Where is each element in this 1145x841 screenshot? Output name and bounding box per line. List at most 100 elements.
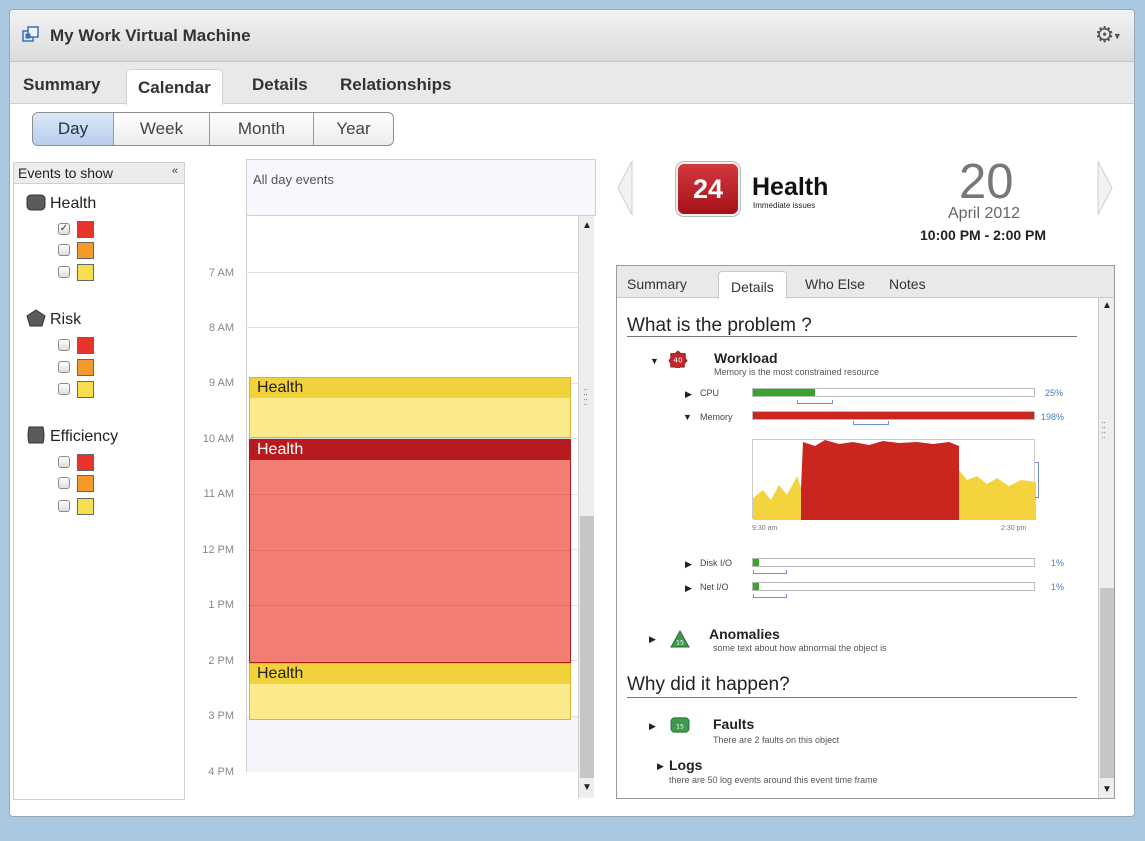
expand-right-icon[interactable]: ▶ (657, 761, 664, 772)
resize-grip-icon[interactable]: :::::: (1101, 420, 1106, 441)
checkbox[interactable] (58, 500, 70, 512)
events-filter-panel: Events to show « Health ✓ Risk Efficienc… (13, 162, 185, 800)
filter-row (58, 358, 94, 376)
settings-menu-button[interactable]: ⚙▾ (1095, 22, 1120, 48)
hour-line (246, 272, 579, 273)
next-arrow-icon[interactable] (1096, 160, 1114, 216)
time-range: 10:00 PM - 2:00 PM (920, 227, 1047, 243)
event-title: Health (250, 440, 570, 460)
faults-badge-value: 15 (676, 724, 684, 731)
calendar-scrollbar[interactable]: ▲ ▼ (578, 216, 594, 798)
tab-calendar[interactable]: Calendar (126, 69, 223, 105)
scroll-thumb[interactable] (1100, 588, 1114, 778)
net-io-bar-fill (753, 583, 759, 590)
anomalies-badge-value: 15 (676, 639, 684, 646)
scroll-up-icon[interactable]: ▲ (1102, 300, 1112, 311)
checkbox[interactable] (58, 339, 70, 351)
logs-title: Logs (669, 757, 703, 773)
view-week-button[interactable]: Week (114, 113, 210, 145)
hour-label: 7 AM (208, 267, 234, 279)
workload-badge-icon: 40 (668, 350, 688, 368)
details-scrollbar[interactable]: ▲ ▼ (1098, 298, 1114, 798)
expand-down-icon[interactable]: ▼ (650, 356, 659, 366)
filter-row (58, 497, 94, 515)
detail-tab-details[interactable]: Details (718, 271, 787, 299)
scroll-up-icon[interactable]: ▲ (582, 220, 592, 231)
severity-swatch-yellow (77, 263, 94, 281)
expand-right-icon[interactable]: ▶ (649, 634, 656, 645)
chevron-down-icon: ▾ (1114, 30, 1120, 43)
chart-x-end: 2:30 pm (1001, 525, 1027, 532)
detail-tab-notes[interactable]: Notes (889, 276, 926, 292)
expand-down-icon[interactable]: ▼ (683, 412, 692, 422)
detail-tab-summary[interactable]: Summary (627, 276, 687, 292)
previous-arrow-icon[interactable] (616, 160, 634, 216)
health-subtitle: Immediate issues (753, 201, 816, 210)
date-month-year: April 2012 (948, 205, 1021, 222)
checkbox[interactable]: ✓ (58, 223, 70, 235)
workload-subtitle: Memory is the most constrained resource (714, 367, 880, 377)
events-panel-header: Events to show « (14, 163, 184, 184)
disk-io-bar-fill (753, 559, 759, 566)
calendar-event[interactable]: Health (249, 663, 571, 720)
workload-title: Workload (714, 350, 778, 366)
view-month-button[interactable]: Month (210, 113, 314, 145)
calendar-event[interactable]: Health (249, 377, 571, 438)
pentagon-badge-icon (26, 309, 46, 327)
hour-label: 8 AM (208, 322, 234, 334)
anomalies-badge-icon: 15 (670, 630, 690, 648)
metric-label-net-io: Net I/O (700, 582, 729, 592)
metric-label-cpu: CPU (700, 388, 720, 398)
tab-details[interactable]: Details (252, 75, 308, 95)
chart-x-start: 9:30 am (752, 525, 778, 532)
checkbox[interactable] (58, 456, 70, 468)
filter-group-label: Efficiency (50, 428, 119, 445)
view-day-button[interactable]: Day (33, 113, 114, 145)
severity-swatch-red (77, 453, 94, 471)
expand-right-icon[interactable]: ▶ (649, 721, 656, 732)
virtual-machine-icon (22, 26, 39, 42)
calendar-view-toggle: Day Week Month Year (32, 112, 394, 146)
filter-row (58, 241, 94, 259)
severity-swatch-orange (77, 241, 94, 259)
severity-swatch-yellow (77, 380, 94, 398)
range-bracket (753, 570, 787, 574)
all-day-events-area[interactable]: All day events (246, 159, 596, 216)
resize-grip-icon[interactable]: :::::: (583, 387, 588, 408)
metric-label-disk-io: Disk I/O (700, 558, 733, 568)
filter-group-health: Health (26, 194, 96, 213)
detail-tab-who-else[interactable]: Who Else (805, 276, 865, 292)
hour-label: 4 PM (208, 766, 234, 778)
hour-label: 3 PM (208, 710, 234, 722)
expand-right-icon[interactable]: ▶ (685, 583, 692, 594)
memory-bar-fill (753, 412, 1034, 419)
scroll-thumb[interactable] (580, 516, 594, 778)
calendar-event[interactable]: Health (249, 439, 571, 663)
expand-right-icon[interactable]: ▶ (685, 559, 692, 570)
filter-row (58, 380, 94, 398)
heading-divider (627, 336, 1077, 337)
severity-swatch-red (77, 220, 94, 238)
checkbox[interactable] (58, 477, 70, 489)
memory-usage-bar (752, 411, 1035, 420)
range-bracket (1035, 462, 1039, 498)
tab-relationships[interactable]: Relationships (340, 75, 451, 95)
checkbox[interactable] (58, 361, 70, 373)
checkbox[interactable] (58, 266, 70, 278)
health-score-badge: 24 (676, 162, 740, 216)
hour-label: 9 AM (208, 377, 234, 389)
collapse-panel-icon[interactable]: « (172, 165, 178, 177)
scroll-down-icon[interactable]: ▼ (582, 782, 592, 793)
cpu-usage-bar (752, 388, 1035, 397)
view-year-button[interactable]: Year (314, 113, 393, 145)
tab-summary[interactable]: Summary (23, 75, 100, 95)
expand-right-icon[interactable]: ▶ (685, 389, 692, 400)
cpu-percent: 25% (1045, 388, 1064, 398)
checkbox[interactable] (58, 383, 70, 395)
hour-label: 10 AM (202, 433, 234, 445)
checkbox[interactable] (58, 244, 70, 256)
title-bar: My Work Virtual Machine ⚙▾ (10, 10, 1134, 62)
after-hours-shade (247, 717, 578, 772)
anomalies-title: Anomalies (709, 626, 780, 642)
scroll-down-icon[interactable]: ▼ (1102, 784, 1112, 795)
